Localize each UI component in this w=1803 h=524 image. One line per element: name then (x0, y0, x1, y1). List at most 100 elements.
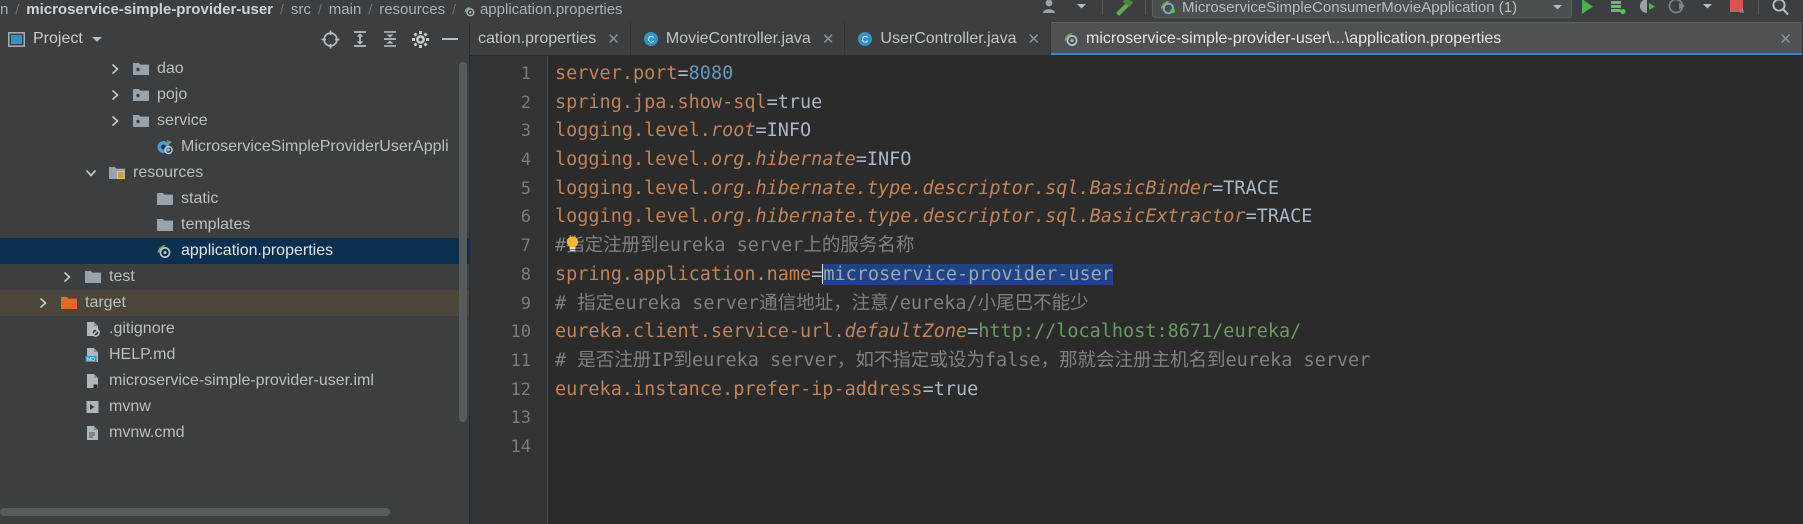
settings-gear-icon[interactable] (407, 26, 433, 52)
tab-application-properties-partial[interactable]: cation.properties ✕ (470, 22, 631, 55)
line-number: 10 (510, 322, 531, 343)
iml-file-icon (84, 373, 102, 389)
code-content[interactable]: server.port=8080 spring.jpa.show-sql=true… (548, 56, 1803, 524)
toolbar-divider (1102, 0, 1103, 14)
selected-property-value[interactable]: microservice-provider-user (823, 263, 1113, 285)
spring-class-icon (156, 139, 174, 155)
breadcrumb-separator: / (280, 1, 284, 17)
chevron-right-icon[interactable] (108, 62, 122, 76)
property-value: INFO (766, 120, 812, 142)
main-toolbar-actions: MicroserviceSimpleConsumerMovieApplicati… (1036, 0, 1803, 22)
tree-arrow-placeholder (60, 400, 74, 414)
chevron-right-icon[interactable] (60, 270, 74, 284)
chevron-down-icon[interactable] (1552, 3, 1563, 11)
chevron-right-icon[interactable] (108, 114, 122, 128)
close-icon[interactable]: ✕ (607, 30, 620, 48)
run-coverage-icon[interactable] (1632, 0, 1662, 17)
tree-item-label: microservice-simple-provider-user.iml (109, 372, 374, 389)
property-value: TRACE (1256, 206, 1313, 228)
tree-item-static[interactable]: static (0, 186, 469, 212)
tab-movie-controller[interactable]: C MovieController.java ✕ (630, 22, 846, 55)
user-profile-icon[interactable] (1036, 0, 1066, 17)
comment-text: # 指定eureka server通信地址，注意/eureka/小尾巴不能少 (555, 292, 1089, 314)
tree-item-label: dao (157, 60, 184, 77)
code-line-property[interactable]: spring.jpa.show-sql=true (555, 89, 1803, 118)
hammer-icon[interactable] (1109, 0, 1139, 17)
close-icon[interactable]: ✕ (1027, 30, 1040, 48)
property-key-italic: defaultZone (844, 321, 968, 343)
chevron-down-icon[interactable] (1066, 0, 1096, 17)
breadcrumb-item-1[interactable]: microservice-simple-provider-user (26, 2, 273, 17)
locate-in-tree-icon[interactable] (317, 26, 343, 52)
run-configuration-selector[interactable]: MicroserviceSimpleConsumerMovieApplicati… (1152, 0, 1572, 18)
tab-user-controller[interactable]: C UserController.java ✕ (845, 22, 1052, 55)
tree-item-dao[interactable]: dao (0, 56, 469, 82)
tree-item-application-properties[interactable]: application.properties (0, 238, 469, 264)
collapse-all-icon[interactable] (377, 26, 403, 52)
code-line-comment[interactable]: # 指定注册到eureka server上的服务名称 (555, 232, 1803, 261)
code-line-property[interactable]: logging.level.org.hibernate=INFO (555, 146, 1803, 175)
code-line-property[interactable]: logging.level.org.hibernate.type.descrip… (555, 175, 1803, 204)
profiler-icon[interactable] (1662, 0, 1692, 17)
close-icon[interactable]: ✕ (1779, 30, 1792, 48)
chevron-down-icon[interactable] (91, 35, 103, 43)
tab-application-properties-active[interactable]: microservice-simple-provider-user\...\ap… (1051, 22, 1803, 55)
code-line-property-selected[interactable]: spring.application.name=microservice-pro… (555, 261, 1803, 290)
code-line-property[interactable]: eureka.instance.prefer-ip-address=true (555, 376, 1803, 405)
tree-item-label: application.properties (181, 242, 334, 259)
property-value: true (777, 91, 823, 113)
chevron-down-icon[interactable] (84, 166, 98, 180)
tree-item-test[interactable]: test (0, 264, 469, 290)
tree-item-mvnw-cmd[interactable]: mvnw.cmd (0, 420, 469, 446)
tree-item-pojo[interactable]: pojo (0, 82, 469, 108)
run-play-icon[interactable] (1572, 0, 1602, 17)
property-value: true (933, 378, 979, 400)
property-key: spring.application.name (555, 263, 812, 285)
debug-bug-icon[interactable] (1602, 0, 1632, 17)
close-icon[interactable]: ✕ (822, 30, 835, 48)
cmd-file-icon (84, 425, 102, 441)
code-line-property[interactable]: logging.level.root=INFO (555, 117, 1803, 146)
line-number: 6 (520, 207, 531, 228)
expand-all-icon[interactable] (347, 26, 373, 52)
code-line-comment[interactable]: # 是否注册IP到eureka server，如不指定或设为false，那就会注… (555, 347, 1803, 376)
tree-item-label: mvnw.cmd (109, 424, 185, 441)
tree-item--gitignore[interactable]: .gitignore (0, 316, 469, 342)
tree-item-microservicesimpleprovideruserappli[interactable]: MicroserviceSimpleProviderUserAppli (0, 134, 469, 160)
code-line-blank[interactable] (555, 404, 1803, 433)
editor-tab-label: UserController.java (880, 29, 1017, 47)
breadcrumb-item-5[interactable]: application.properties (480, 2, 623, 17)
package-folder-icon (132, 87, 150, 103)
breadcrumb-item-3[interactable]: main (329, 2, 362, 17)
code-line-property[interactable]: server.port=8080 (555, 60, 1803, 89)
tree-item-templates[interactable]: templates (0, 212, 469, 238)
chevron-down-icon[interactable] (1692, 0, 1722, 17)
properties-file-icon (1063, 31, 1079, 47)
chevron-right-icon[interactable] (36, 296, 50, 310)
breadcrumb-item-2[interactable]: src (291, 2, 311, 17)
stop-square-icon[interactable]: a (1722, 0, 1752, 17)
tree-item-service[interactable]: service (0, 108, 469, 134)
line-number: 1 (520, 64, 531, 84)
editor-vertical-scrollbar[interactable] (1789, 56, 1803, 524)
code-line-property[interactable]: eureka.client.service-url.defaultZone=ht… (555, 318, 1803, 347)
breadcrumb-item-0[interactable]: n (0, 2, 8, 17)
hide-panel-icon[interactable] (437, 26, 463, 52)
project-tree-horizontal-scrollbar[interactable] (0, 508, 390, 516)
code-line-comment[interactable]: # 指定eureka server通信地址，注意/eureka/小尾巴不能少 (555, 290, 1803, 319)
breadcrumb-item-4[interactable]: resources (379, 2, 445, 17)
search-magnifier-icon[interactable] (1765, 0, 1795, 17)
project-file-tree[interactable]: dao pojo service MicroserviceSimpleProvi… (0, 56, 469, 524)
code-line-blank[interactable] (555, 433, 1803, 462)
line-number: 9 (520, 293, 531, 314)
line-number: 12 (510, 379, 531, 400)
tree-item-microservice-simple-provider-user-iml[interactable]: microservice-simple-provider-user.iml (0, 368, 469, 394)
tree-item-help-md[interactable]: MD HELP.md (0, 342, 469, 368)
code-line-property[interactable]: logging.level.org.hibernate.type.descrip… (555, 203, 1803, 232)
chevron-right-icon[interactable] (108, 88, 122, 102)
code-editor[interactable]: 1 2 3 4 5 6 7 8 9 10 11 12 13 14 server.port=8080 spri… (470, 56, 1803, 524)
tree-item-target[interactable]: target (0, 290, 469, 316)
project-tree-vertical-scrollbar[interactable] (459, 62, 467, 422)
tree-item-mvnw[interactable]: mvnw (0, 394, 469, 420)
tree-item-resources[interactable]: resources (0, 160, 469, 186)
